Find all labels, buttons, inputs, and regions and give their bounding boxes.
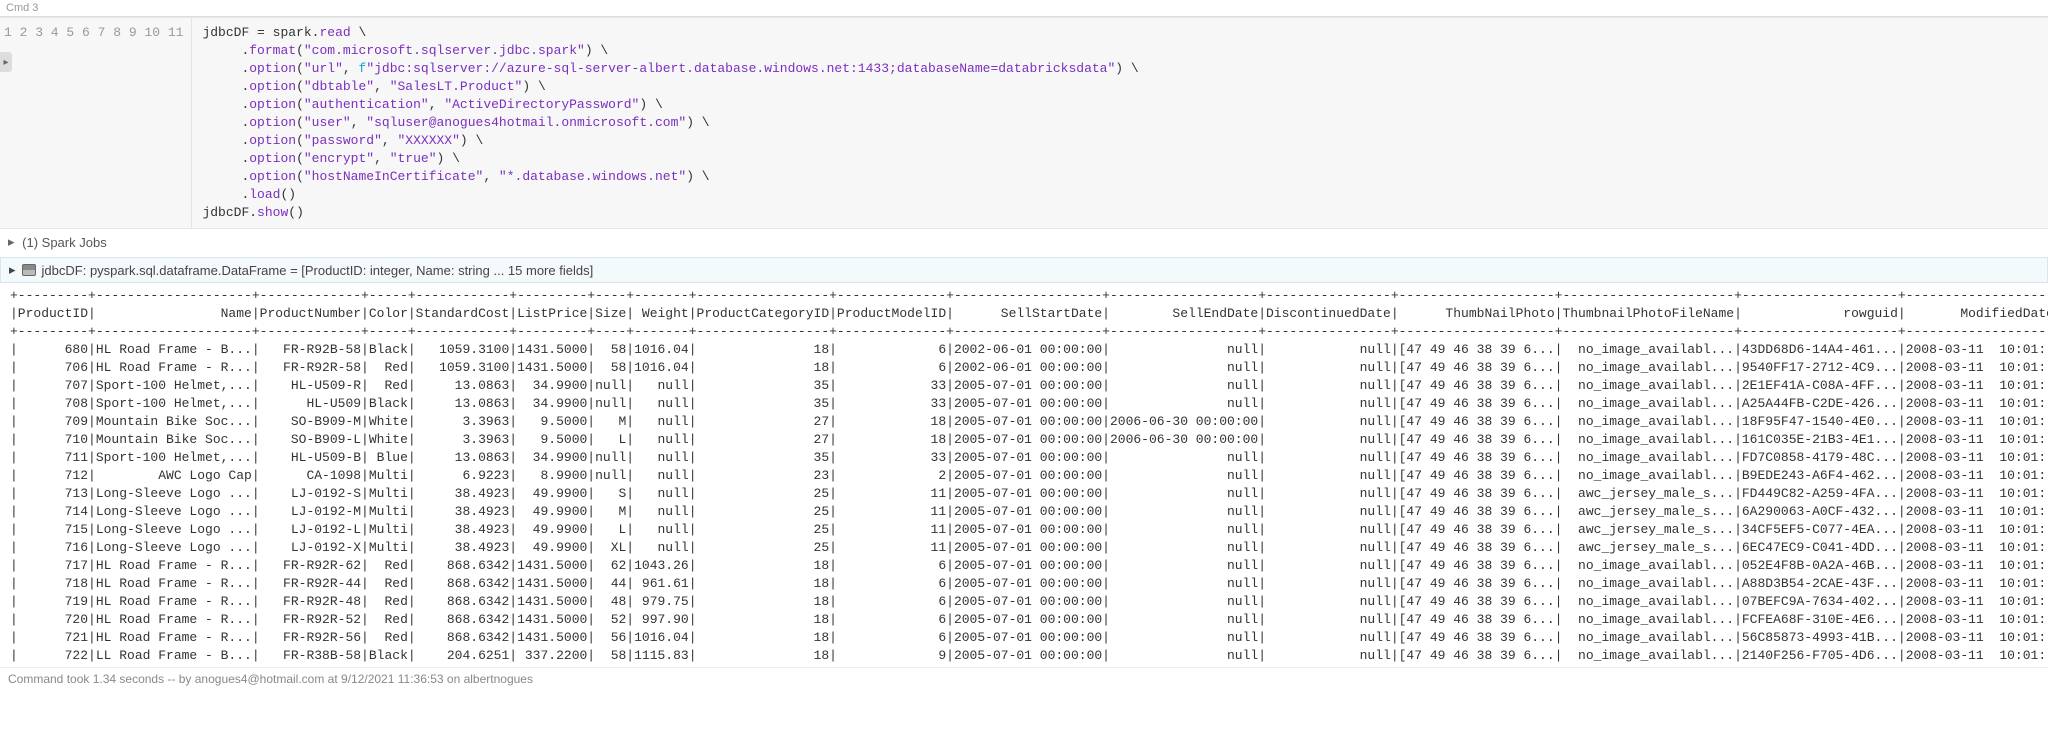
spark-jobs-toggle[interactable]: ▸ (1) Spark Jobs (0, 229, 2048, 257)
text-output: +---------+--------------------+--------… (0, 283, 2048, 667)
dataframe-schema-toggle[interactable]: ▸ jdbcDF: pyspark.sql.dataframe.DataFram… (0, 257, 2048, 283)
table-icon (22, 264, 36, 276)
chevron-right-icon: ▸ (9, 262, 16, 278)
spark-jobs-label: (1) Spark Jobs (22, 235, 107, 250)
code-content[interactable]: jdbcDF = spark.read \ .format("com.micro… (192, 18, 1148, 228)
code-editor[interactable]: 1 2 3 4 5 6 7 8 9 10 11 jdbcDF = spark.r… (0, 17, 2048, 229)
cell-collapse-handle[interactable]: ▸ (0, 52, 12, 72)
chevron-right-icon: ▸ (8, 234, 15, 250)
command-footer: Command took 1.34 seconds -- by anogues4… (0, 667, 2048, 690)
schema-var: jdbcDF: (42, 263, 90, 278)
schema-text: pyspark.sql.dataframe.DataFrame = [Produ… (90, 263, 593, 278)
cell-label: Cmd 3 (0, 0, 2048, 17)
line-gutter: 1 2 3 4 5 6 7 8 9 10 11 (0, 18, 192, 228)
